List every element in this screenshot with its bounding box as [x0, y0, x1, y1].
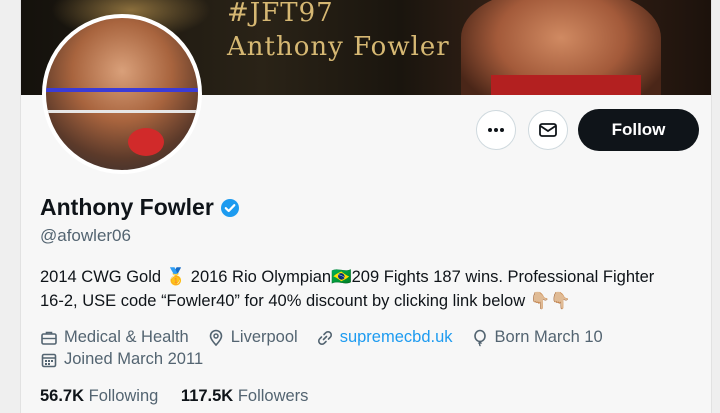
bio-line: 16-2, USE code “Fowler40” for 40% discou…: [40, 292, 571, 310]
display-name: Anthony Fowler: [40, 194, 214, 220]
profile-meta-row: Joined March 2011: [40, 350, 221, 369]
profile-bio: 2014 CWG Gold 🥇 2016 Rio Olympian🇧🇷209 F…: [40, 265, 708, 313]
followers-label: Followers: [237, 387, 309, 405]
profile-meta-row: Medical & Health Liverpool supremecbd.uk…: [40, 328, 621, 347]
location-label: Liverpool: [230, 328, 298, 346]
balloon-icon: [473, 329, 486, 347]
following-count: 56.7K: [40, 387, 85, 405]
profile-name-row: Anthony Fowler: [40, 194, 240, 221]
window-frame-left: [0, 0, 21, 413]
follow-stats: 56.7K Following 117.5K Followers: [40, 387, 326, 406]
link-icon: [317, 330, 332, 345]
follow-button[interactable]: Follow: [578, 109, 699, 151]
avatar-ring-rope: [46, 88, 198, 92]
window-frame-right: [711, 0, 720, 413]
joined-item: Joined March 2011: [40, 350, 203, 369]
category-item: Medical & Health: [40, 328, 189, 347]
followers-link[interactable]: 117.5K Followers: [181, 387, 327, 405]
briefcase-icon: [41, 331, 57, 345]
bio-line: 2014 CWG Gold 🥇 2016 Rio Olympian🇧🇷209 F…: [40, 268, 655, 286]
joined-label: Joined March 2011: [64, 350, 204, 368]
banner-belt-image: [491, 75, 641, 95]
location-pin-icon: [209, 329, 223, 346]
user-handle: @afowler06: [40, 226, 131, 245]
more-dots-icon: [488, 128, 504, 132]
banner-name-text: Anthony Fowler: [227, 32, 450, 62]
location-item: Liverpool: [207, 328, 298, 347]
avatar-glove: [128, 128, 164, 156]
avatar[interactable]: [42, 14, 202, 174]
more-options-button[interactable]: [476, 110, 516, 150]
calendar-icon: [41, 353, 57, 367]
message-button[interactable]: [528, 110, 568, 150]
following-link[interactable]: 56.7K Following: [40, 387, 181, 405]
banner-hashtag: #JFT97: [227, 0, 334, 28]
following-label: Following: [88, 387, 159, 405]
category-label: Medical & Health: [64, 328, 189, 346]
website-item[interactable]: supremecbd.uk: [316, 328, 453, 347]
website-link[interactable]: supremecbd.uk: [340, 328, 453, 347]
birthday-label: Born March 10: [494, 328, 603, 346]
birthday-item: Born March 10: [471, 328, 603, 347]
followers-count: 117.5K: [180, 387, 234, 405]
envelope-icon: [539, 123, 557, 137]
verified-badge-icon[interactable]: [220, 198, 240, 218]
avatar-ring-rope: [46, 110, 198, 113]
